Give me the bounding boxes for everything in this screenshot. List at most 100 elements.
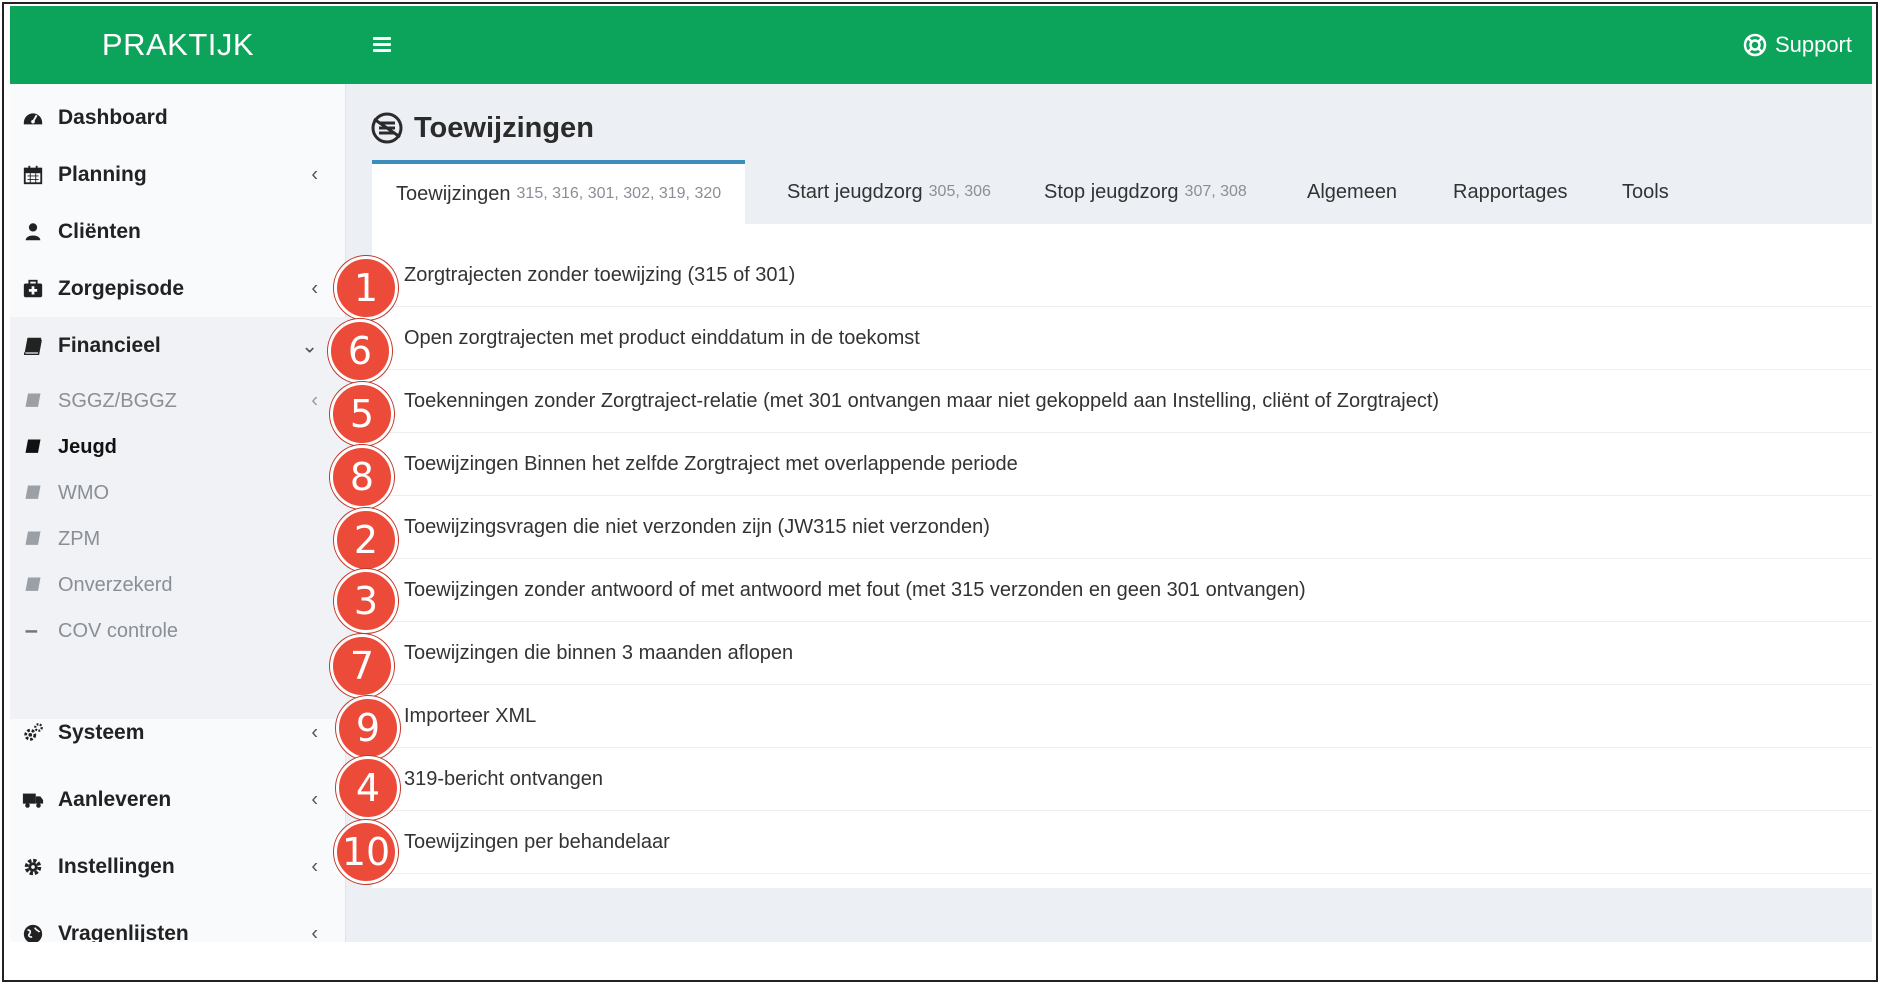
list-item: 319-bericht ontvangen: [372, 748, 1872, 811]
medkit-icon: [20, 278, 46, 300]
book-icon: [22, 483, 44, 503]
sidebar-item-vragenlijsten[interactable]: Vragenlijsten ‹: [10, 905, 346, 942]
minus-icon: [22, 621, 44, 641]
report-link[interactable]: Toekenningen zonder Zorgtraject-relatie …: [404, 390, 1439, 413]
book-icon: [22, 391, 44, 411]
sidebar-item-label: Planning: [58, 163, 147, 186]
list-item: Toewijzingen Binnen het zelfde Zorgtraje…: [372, 433, 1872, 496]
tab-algemeen[interactable]: Algemeen: [1307, 160, 1397, 224]
chevron-left-icon: ‹: [311, 721, 318, 744]
report-link[interactable]: Toewijzingen die binnen 3 maanden aflope…: [404, 642, 793, 665]
chevron-left-icon: ‹: [311, 277, 318, 300]
callout-badge: 2: [334, 508, 398, 572]
tab-codes: 315, 316, 301, 302, 319, 320: [516, 185, 722, 202]
sidebar-item-zorgepisode[interactable]: Zorgepisode ‹: [10, 260, 346, 318]
callout-badge: 4: [336, 756, 400, 820]
list-item: Open zorgtrajecten met product einddatum…: [372, 307, 1872, 370]
support-label: Support: [1774, 32, 1852, 57]
report-link[interactable]: Toewijzingsvragen die niet verzonden zij…: [404, 516, 990, 539]
list-item: Toekenningen zonder Zorgtraject-relatie …: [372, 370, 1872, 433]
financieel-submenu: SGGZ/BGGZ ‹ Jeugd WMO ZPM Onverzekerd CO…: [10, 374, 346, 719]
submenu-item-jeugd[interactable]: Jeugd: [10, 425, 346, 469]
submenu-item-onverzekerd[interactable]: Onverzekerd: [10, 563, 346, 607]
tab-stop-jeugdzorg[interactable]: Stop jeugdzorg 307, 308: [1044, 160, 1247, 224]
app-window: PRAKTIJK Support Dashboard Planning ‹ Cl…: [10, 6, 1872, 942]
chevron-left-icon: ‹: [311, 855, 318, 878]
submenu-item-label: Onverzekerd: [58, 573, 173, 596]
tab-start-jeugdzorg[interactable]: Start jeugdzorg 305, 306: [787, 160, 991, 224]
submenu-item-sggz-bggz[interactable]: SGGZ/BGGZ ‹: [10, 379, 346, 423]
callout-badge: 8: [330, 445, 394, 509]
book-icon: [22, 575, 44, 595]
callout-badge: 10: [334, 820, 398, 884]
tab-label: Stop jeugdzorg: [1044, 180, 1179, 203]
sidebar-item-aanleveren[interactable]: Aanleveren ‹: [10, 771, 346, 829]
submenu-item-cov-controle[interactable]: COV controle: [10, 609, 346, 653]
cogs-icon: [20, 722, 46, 744]
tab-label: Start jeugdzorg: [787, 180, 923, 203]
page-header: Toewijzingen: [370, 106, 594, 150]
globe-icon: [20, 923, 46, 942]
book-icon: [20, 335, 46, 357]
report-link[interactable]: Toewijzingen zonder antwoord of met antw…: [404, 579, 1306, 602]
list-item: Importeer XML: [372, 685, 1872, 748]
callout-badge: 5: [330, 382, 394, 446]
chevron-left-icon: ‹: [311, 163, 318, 186]
tab-rapportages[interactable]: Rapportages: [1453, 160, 1568, 224]
lifebuoy-icon: [1743, 33, 1767, 57]
tab-label: Rapportages: [1453, 180, 1568, 203]
list-item: Toewijzingen zonder antwoord of met antw…: [372, 559, 1872, 622]
tab-toewijzingen[interactable]: Toewijzingen 315, 316, 301, 302, 319, 32…: [372, 160, 746, 224]
chevron-left-icon: ‹: [311, 389, 318, 412]
submenu-item-zpm[interactable]: ZPM: [10, 517, 346, 561]
report-link[interactable]: 319-bericht ontvangen: [404, 768, 603, 791]
list-item: Toewijzingen die binnen 3 maanden aflope…: [372, 622, 1872, 685]
sidebar-item-dashboard[interactable]: Dashboard: [10, 89, 346, 147]
truck-icon: [20, 789, 46, 811]
sidebar-item-label: Instellingen: [58, 855, 175, 878]
list-item: Zorgtrajecten zonder toewijzing (315 of …: [372, 244, 1872, 307]
top-navbar: PRAKTIJK Support: [10, 6, 1872, 84]
submenu-item-wmo[interactable]: WMO: [10, 471, 346, 515]
sidebar-item-label: Systeem: [58, 721, 145, 744]
screenshot-frame: PRAKTIJK Support Dashboard Planning ‹ Cl…: [2, 2, 1878, 982]
report-link[interactable]: Importeer XML: [404, 705, 536, 728]
tab-codes: 305, 306: [928, 183, 991, 200]
chevron-down-icon: ⌄: [301, 335, 318, 358]
dashboard-icon: [20, 107, 46, 129]
sidebar-item-systeem[interactable]: Systeem ‹: [10, 704, 346, 762]
tab-panel: Zorgtrajecten zonder toewijzing (315 of …: [372, 224, 1872, 888]
callout-badge: 7: [330, 634, 394, 698]
report-link[interactable]: Toewijzingen per behandelaar: [404, 831, 670, 854]
tab-label: Algemeen: [1307, 180, 1398, 203]
book-icon: [22, 437, 44, 457]
submenu-item-label: SGGZ/BGGZ: [58, 389, 177, 412]
callout-badge: 3: [334, 569, 398, 633]
menu-toggle-icon[interactable]: [368, 30, 398, 60]
callout-badge: 9: [336, 696, 400, 760]
submenu-item-label: Jeugd: [58, 435, 117, 458]
support-link[interactable]: Support: [1743, 6, 1852, 84]
sidebar-item-label: Aanleveren: [58, 788, 172, 811]
tab-tools[interactable]: Tools: [1622, 160, 1669, 224]
sidebar-item-label: Cliënten: [58, 220, 141, 243]
sidebar-item-financieel[interactable]: Financieel ⌄: [10, 317, 346, 375]
submenu-item-label: ZPM: [58, 527, 101, 550]
sidebar-item-label: Financieel: [58, 334, 161, 357]
sidebar-item-label: Zorgepisode: [58, 277, 185, 300]
callout-badge: 1: [334, 256, 398, 320]
tab-label: Tools: [1622, 180, 1669, 203]
sidebar-item-clienten[interactable]: Cliënten: [10, 203, 346, 261]
brand-logo[interactable]: PRAKTIJK: [10, 6, 346, 84]
sidebar-item-label: Dashboard: [58, 106, 168, 129]
sidebar-item-planning[interactable]: Planning ‹: [10, 146, 346, 204]
chevron-left-icon: ‹: [311, 922, 318, 943]
gear-icon: [20, 856, 46, 878]
report-link[interactable]: Toewijzingen Binnen het zelfde Zorgtraje…: [404, 453, 1018, 476]
submenu-item-label: COV controle: [58, 619, 179, 642]
report-link[interactable]: Open zorgtrajecten met product einddatum…: [404, 327, 920, 350]
list-circle-icon: [371, 112, 403, 144]
tab-bar: Toewijzingen 315, 316, 301, 302, 319, 32…: [372, 160, 1872, 224]
report-link[interactable]: Zorgtrajecten zonder toewijzing (315 of …: [404, 264, 795, 287]
sidebar-item-instellingen[interactable]: Instellingen ‹: [10, 838, 346, 896]
